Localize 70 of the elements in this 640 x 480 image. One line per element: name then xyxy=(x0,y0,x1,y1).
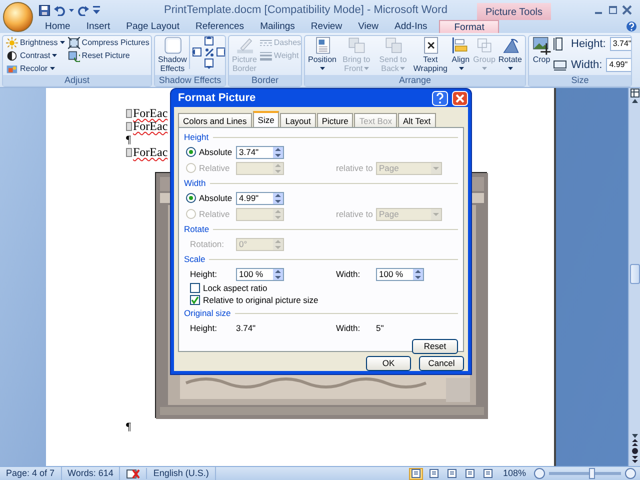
dialog-tab[interactable]: Picture xyxy=(316,113,354,127)
field-label: Height: xyxy=(189,268,218,280)
contextual-tab-label: Picture Tools xyxy=(477,3,551,20)
field-value: 5" xyxy=(376,322,384,334)
checkbox-option[interactable]: Relative to original picture size xyxy=(186,294,318,306)
ribbon-tab[interactable]: Mailings xyxy=(252,20,303,33)
ribbon-button[interactable]: Position xyxy=(307,36,338,73)
radio-option[interactable]: Absolute xyxy=(186,146,236,158)
word-count[interactable]: Words: 614 xyxy=(62,467,120,480)
group-label: Adjust xyxy=(3,75,151,86)
ribbon-button[interactable]: Recolor xyxy=(5,62,66,75)
input-field[interactable]: 4.99" xyxy=(606,58,631,72)
paragraph-mark: ¶ xyxy=(126,134,131,146)
field-label: Rotation: xyxy=(189,238,226,250)
ribbon-tab[interactable]: View xyxy=(350,20,386,33)
field-label: relative to xyxy=(336,162,374,174)
field-label: Width: xyxy=(571,58,602,72)
field-value: 3.74" xyxy=(236,322,257,334)
field-label: Height: xyxy=(189,322,218,334)
ribbon-button[interactable]: Align xyxy=(450,36,472,73)
paragraph-mark: ¶ xyxy=(126,421,131,433)
radio-option[interactable]: Absolute xyxy=(186,192,236,204)
dialog-tab[interactable]: Colors and Lines xyxy=(178,113,252,127)
section-heading: Height xyxy=(184,131,209,144)
group-label: Arrange xyxy=(305,75,525,86)
field-text: ForEac xyxy=(133,146,168,159)
field-text: ForEac xyxy=(133,120,168,133)
group-label: Border xyxy=(229,75,301,86)
group-label: Size xyxy=(529,75,631,86)
reset-button[interactable]: Reset xyxy=(412,338,458,354)
section-heading: Scale xyxy=(184,253,206,266)
dialog-button[interactable]: Cancel xyxy=(419,356,464,371)
page-count[interactable]: Page: 4 of 7 xyxy=(0,467,62,480)
group-label: Shadow Effects xyxy=(155,75,225,86)
ribbon-button[interactable]: Compress Pictures xyxy=(66,36,150,49)
dialog-button[interactable]: OK xyxy=(366,356,411,371)
ribbon-tab[interactable]: Add-Ins xyxy=(386,20,436,33)
input-field[interactable]: 3.74" xyxy=(610,37,631,52)
ribbon-tab[interactable]: Format xyxy=(439,20,500,33)
section-heading: Width xyxy=(184,177,206,190)
field-text: ForEac xyxy=(133,107,168,120)
field-label: relative to xyxy=(336,208,374,220)
field-label: Width: xyxy=(336,268,362,280)
ribbon-tab[interactable]: References xyxy=(187,20,252,33)
spin-field[interactable]: 3.74" xyxy=(236,146,284,158)
checkbox-option[interactable]: Lock aspect ratio xyxy=(186,282,268,294)
window-title: PrintTemplate.docm [Compatibility Mode] - Microsoft Word xyxy=(164,2,448,18)
spin-field[interactable]: 100 % xyxy=(236,268,284,280)
ribbon-tab[interactable]: Page Layout xyxy=(118,20,188,33)
zoom-level[interactable]: 108% xyxy=(494,466,534,480)
dialog-tab[interactable]: Layout xyxy=(280,113,316,127)
ribbon-button[interactable]: Brightness xyxy=(5,36,66,49)
dialog-title: Format Picture xyxy=(177,90,256,106)
dialog-tab[interactable]: Alt Text xyxy=(398,113,436,127)
ribbon-button[interactable]: Crop xyxy=(531,36,552,64)
ribbon-tab[interactable]: Home xyxy=(37,20,78,33)
spin-field[interactable]: 100 % xyxy=(376,268,424,280)
section-heading: Original size xyxy=(184,307,231,320)
language-status[interactable]: English (U.S.) xyxy=(147,467,216,480)
ribbon-tab[interactable]: Review xyxy=(302,20,350,33)
ribbon-button[interactable]: Reset Picture xyxy=(66,49,150,62)
ribbon-button[interactable]: Contrast xyxy=(5,49,66,62)
dialog-tab[interactable]: Size xyxy=(252,111,280,127)
field-label: Height: xyxy=(571,37,606,52)
ribbon-button[interactable]: Rotate xyxy=(497,36,523,73)
ribbon-button[interactable]: Text Wrapping xyxy=(412,36,450,75)
spin-field[interactable]: 4.99" xyxy=(236,192,284,204)
field-label: Width: xyxy=(336,322,362,334)
section-heading: Rotate xyxy=(184,223,210,236)
ribbon-tab[interactable]: Insert xyxy=(78,20,118,33)
